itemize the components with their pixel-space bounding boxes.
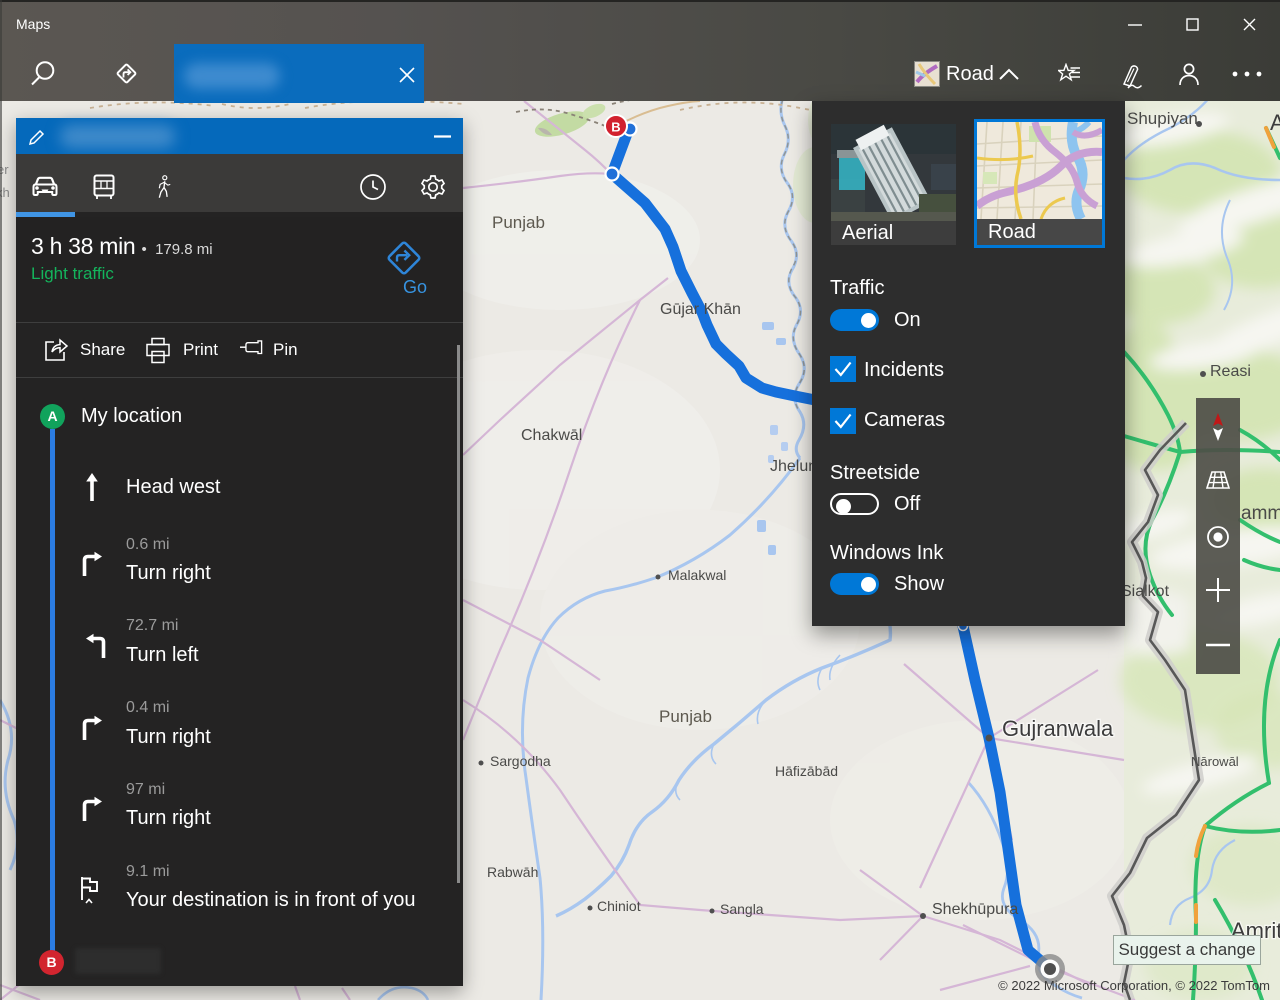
svg-text:Shupiyan: Shupiyan <box>1127 109 1198 128</box>
svg-text:Gūjar Khān: Gūjar Khān <box>660 301 741 318</box>
svg-text:ammu: ammu <box>1241 503 1280 524</box>
svg-text:Rabwāh: Rabwāh <box>487 864 538 880</box>
svg-text:Nārowāl: Nārowāl <box>1191 754 1239 769</box>
svg-text:Punjab: Punjab <box>659 707 712 726</box>
svg-text:Chiniot: Chiniot <box>597 898 641 914</box>
svg-text:Hāfizābād: Hāfizābād <box>775 763 838 779</box>
svg-text:Reasi: Reasi <box>1210 363 1251 380</box>
svg-text:Punjab: Punjab <box>492 213 545 232</box>
svg-text:Malakwal: Malakwal <box>668 567 726 583</box>
svg-text:B: B <box>611 120 620 135</box>
svg-text:Sialkot: Sialkot <box>1121 583 1170 600</box>
svg-text:A: A <box>1270 110 1280 135</box>
svg-text:Chakwāl: Chakwāl <box>521 427 582 444</box>
svg-text:Sangla: Sangla <box>720 901 764 917</box>
svg-text:Sargodha: Sargodha <box>490 753 551 769</box>
svg-text:Shekhūpura: Shekhūpura <box>932 901 1018 918</box>
svg-text:Gujranwala: Gujranwala <box>1002 716 1114 741</box>
